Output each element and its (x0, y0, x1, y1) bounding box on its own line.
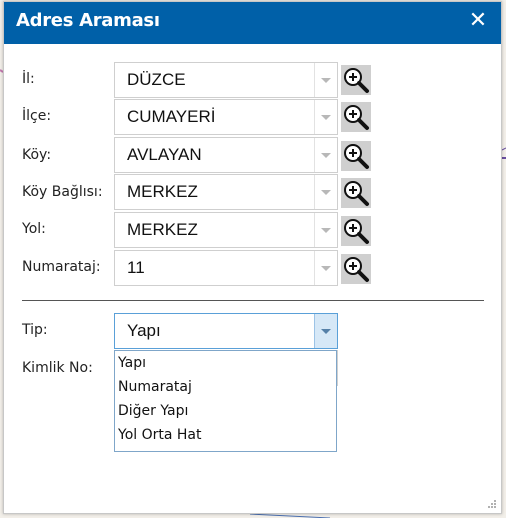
field-label-il: İl: (22, 71, 35, 87)
field-label-koy-baglisi: Köy Bağlısı: (22, 184, 103, 200)
koy-select[interactable]: AVLAYAN (114, 137, 338, 173)
chevron-down-icon[interactable] (314, 213, 337, 247)
dialog-titlebar[interactable]: Adres Araması ✕ (4, 2, 501, 44)
address-search-dialog: Adres Araması ✕ İl: DÜZCE İlçe: CUMAYERİ (3, 1, 502, 514)
chevron-down-icon[interactable] (314, 251, 337, 285)
numarataj-select-value: 11 (127, 258, 145, 277)
numarataj-select[interactable]: 11 (114, 250, 338, 286)
field-row-ilce: İlçe: CUMAYERİ (4, 99, 501, 135)
tip-label: Tip: (22, 322, 48, 338)
field-label-yol: Yol: (22, 221, 46, 237)
koy-baglisi-select[interactable]: MERKEZ (114, 174, 338, 210)
close-icon[interactable]: ✕ (467, 8, 489, 34)
dropdown-option-numarataj[interactable]: Numarataj (115, 375, 336, 399)
yol-select[interactable]: MERKEZ (114, 212, 338, 248)
zoom-in-icon[interactable] (341, 254, 371, 284)
field-label-numarataj: Numarataj: (22, 259, 101, 275)
zoom-in-icon[interactable] (341, 216, 371, 246)
dropdown-option-yol-orta-hat[interactable]: Yol Orta Hat (115, 423, 336, 447)
ilce-select[interactable]: CUMAYERİ (114, 99, 338, 135)
chevron-down-icon[interactable] (314, 63, 337, 97)
field-label-ilce: İlçe: (22, 108, 52, 124)
dropdown-option-yapi[interactable]: Yapı (115, 351, 336, 375)
zoom-in-icon[interactable] (341, 178, 371, 208)
ilce-select-value: CUMAYERİ (127, 107, 216, 126)
zoom-in-icon[interactable] (341, 102, 371, 132)
tip-select-value: Yapı (127, 321, 161, 340)
resize-grip-icon[interactable] (487, 499, 497, 509)
field-row-koy-baglisi: Köy Bağlısı: MERKEZ (4, 174, 501, 210)
tip-select[interactable]: Yapı (114, 313, 338, 349)
section-divider (22, 300, 484, 301)
zoom-in-icon[interactable] (341, 65, 371, 95)
koy-select-value: AVLAYAN (127, 145, 202, 164)
il-select-value: DÜZCE (127, 70, 186, 89)
yol-select-value: MERKEZ (127, 220, 198, 239)
field-row-numarataj: Numarataj: 11 (4, 250, 501, 286)
field-row-il: İl: DÜZCE (4, 62, 501, 98)
zoom-in-icon[interactable] (341, 141, 371, 171)
field-row-yol: Yol: MERKEZ (4, 212, 501, 248)
tip-dropdown-list: Yapı Numarataj Diğer Yapı Yol Orta Hat (114, 350, 337, 452)
chevron-down-icon[interactable] (314, 138, 337, 172)
field-row-koy: Köy: AVLAYAN (4, 137, 501, 173)
koy-baglisi-select-value: MERKEZ (127, 182, 198, 201)
field-label-koy: Köy: (22, 147, 52, 163)
chevron-down-icon[interactable] (314, 314, 337, 348)
kimlik-label: Kimlik No: (22, 360, 93, 376)
chevron-down-icon[interactable] (314, 100, 337, 134)
dialog-title: Adres Araması (16, 10, 160, 31)
il-select[interactable]: DÜZCE (114, 62, 338, 98)
chevron-down-icon[interactable] (314, 175, 337, 209)
dropdown-option-diger-yapi[interactable]: Diğer Yapı (115, 399, 336, 423)
